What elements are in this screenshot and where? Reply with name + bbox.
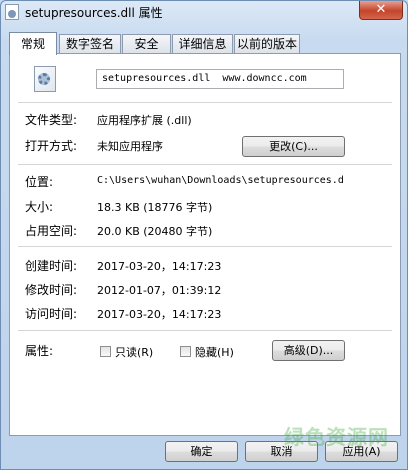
modified-label: 修改时间: <box>25 283 78 297</box>
tab-digital-signatures[interactable]: 数字签名 <box>59 34 121 53</box>
tab-security[interactable]: 安全 <box>122 34 171 53</box>
gear-file-icon <box>34 66 56 92</box>
change-button[interactable]: 更改(C)... <box>242 136 345 157</box>
ok-button[interactable]: 确定 <box>165 441 238 462</box>
properties-window: setupresources.dll 属性 ✕ 常规 数字签名 安全 详细信息 … <box>0 0 408 470</box>
file-name-input[interactable]: setupresources.dll www.downcc.com <box>96 69 344 89</box>
tab-previous-versions[interactable]: 以前的版本 <box>234 34 300 53</box>
accessed-label: 访问时间: <box>25 307 78 321</box>
divider <box>18 246 392 247</box>
divider <box>18 102 392 103</box>
created-label: 创建时间: <box>25 259 78 273</box>
general-panel: setupresources.dll www.downcc.com 文件类型: … <box>9 53 401 436</box>
location-label: 位置: <box>25 175 54 189</box>
file-type-value: 应用程序扩展 (.dll) <box>97 114 192 127</box>
size-on-disk-label: 占用空间: <box>25 224 78 238</box>
tab-general[interactable]: 常规 <box>9 32 57 55</box>
created-value: 2017-03-20，14:17:23 <box>97 260 222 273</box>
opens-with-value: 未知应用程序 <box>97 140 163 153</box>
attributes-label: 属性: <box>25 344 54 358</box>
tab-strip: 常规 数字签名 安全 详细信息 以前的版本 <box>9 32 401 55</box>
size-on-disk-value: 20.0 KB (20480 字节) <box>97 225 213 238</box>
window-title: setupresources.dll 属性 <box>25 6 163 20</box>
divider <box>18 164 392 165</box>
tab-details[interactable]: 详细信息 <box>172 34 233 53</box>
divider <box>18 330 392 331</box>
file-type-label: 文件类型: <box>25 113 78 127</box>
size-value: 18.3 KB (18776 字节) <box>97 201 213 214</box>
readonly-checkbox[interactable] <box>100 346 111 357</box>
opens-with-label: 打开方式: <box>25 139 78 153</box>
accessed-value: 2017-03-20，14:17:23 <box>97 308 222 321</box>
modified-value: 2012-01-07，01:39:12 <box>97 284 222 297</box>
close-icon[interactable]: ✕ <box>359 1 403 20</box>
file-icon <box>5 4 19 20</box>
title-bar[interactable]: setupresources.dll 属性 ✕ <box>1 1 407 23</box>
advanced-button[interactable]: 高级(D)... <box>272 340 345 361</box>
hidden-label[interactable]: 隐藏(H) <box>195 344 234 360</box>
watermark: 绿色资源网 <box>284 425 389 449</box>
readonly-label[interactable]: 只读(R) <box>115 344 153 360</box>
size-label: 大小: <box>25 200 54 214</box>
hidden-checkbox[interactable] <box>180 346 191 357</box>
location-value: C:\Users\wuhan\Downloads\setupresources.… <box>97 175 344 186</box>
